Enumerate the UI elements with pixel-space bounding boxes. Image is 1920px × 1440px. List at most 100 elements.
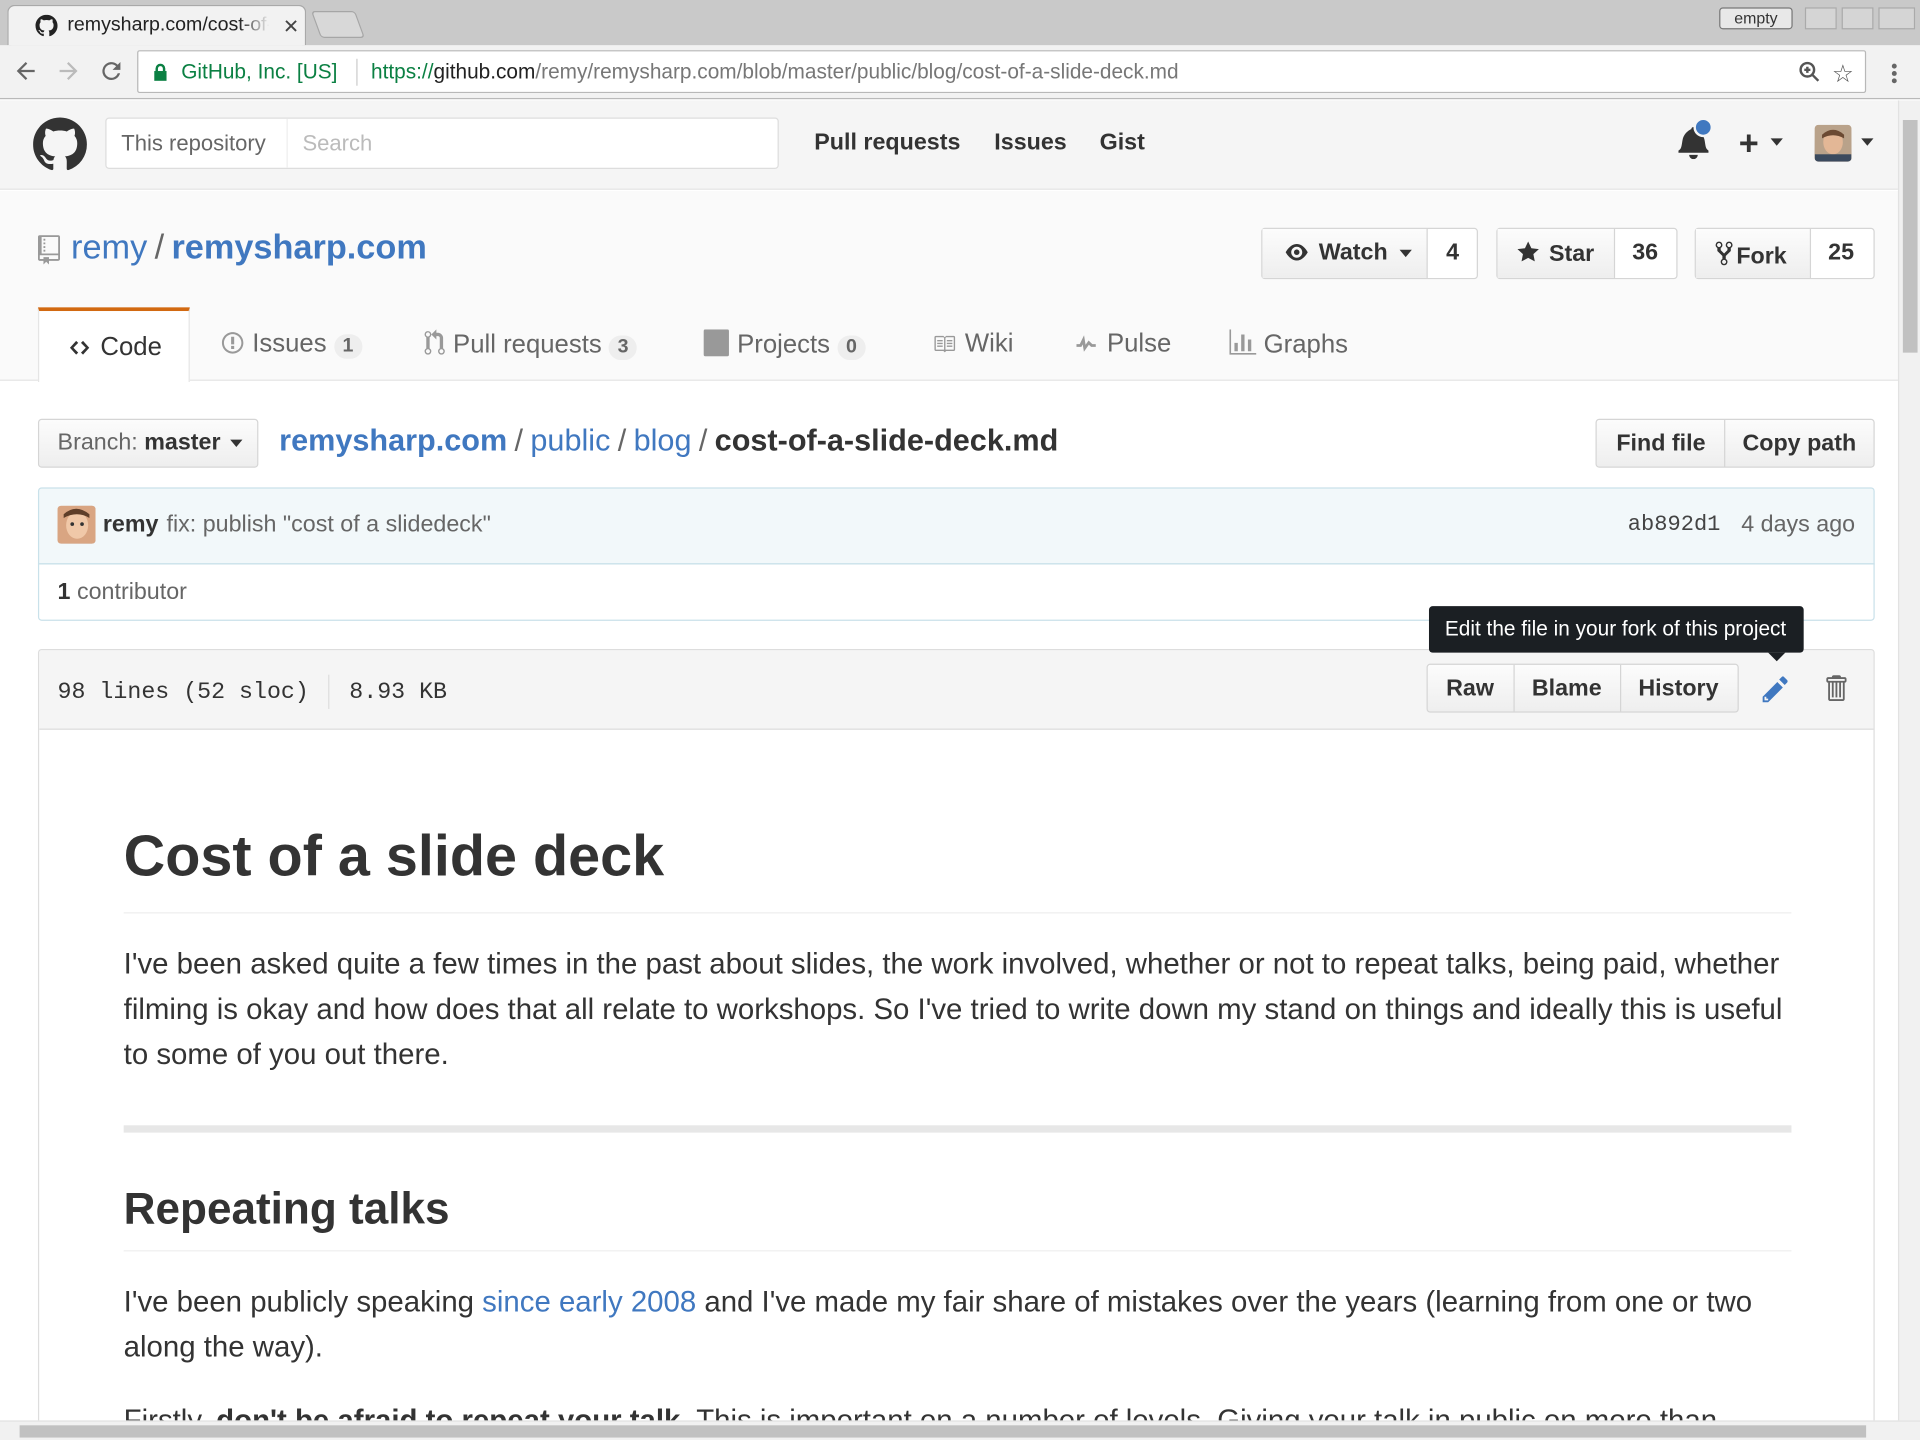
search-placeholder: Search xyxy=(302,131,373,156)
since-early-2008-link[interactable]: since early 2008 xyxy=(482,1285,696,1318)
pull-requests-count: 3 xyxy=(609,335,638,361)
pulse-icon xyxy=(1073,333,1100,355)
tab-projects[interactable]: Projects 0 xyxy=(703,307,866,380)
commit-time: 4 days ago xyxy=(1741,511,1856,538)
url-text: https://github.com/remy/remysharp.com/bl… xyxy=(371,60,1179,84)
article-title: Cost of a slide deck xyxy=(123,822,1792,914)
breadcrumb-root[interactable]: remysharp.com xyxy=(279,424,507,458)
lock-icon xyxy=(153,63,168,82)
divider xyxy=(1724,420,1726,467)
commit-author-avatar[interactable] xyxy=(57,505,96,544)
commit-message[interactable]: fix: publish "cost of a slidedeck" xyxy=(167,512,491,539)
find-file-button[interactable]: Find file xyxy=(1616,431,1705,458)
breadcrumb: remysharp.com / public / blog / cost-of-a-slid… xyxy=(279,423,1059,458)
horizontal-rule xyxy=(123,1125,1792,1134)
chevron-down-icon[interactable] xyxy=(1861,138,1874,146)
repo-header: remy / remysharp.com Watch 4 Star 36 Fork … xyxy=(0,191,1898,383)
separator xyxy=(356,58,358,86)
nav-pull-requests[interactable]: Pull requests xyxy=(814,130,960,157)
search-input[interactable]: This repository Search xyxy=(105,117,779,169)
watch-count[interactable]: 4 xyxy=(1446,240,1459,267)
book-icon xyxy=(931,333,958,355)
github-favicon-icon xyxy=(35,14,58,37)
user-avatar[interactable] xyxy=(1814,124,1852,162)
menu-kebab-icon[interactable] xyxy=(1891,62,1898,84)
file-size: 8.93 KB xyxy=(349,678,448,706)
github-octocat-icon[interactable] xyxy=(33,117,87,172)
tab-pulse[interactable]: Pulse xyxy=(1073,307,1171,380)
fork-button[interactable]: Fork xyxy=(1695,228,1812,278)
breadcrumb-filename: cost-of-a-slide-deck.md xyxy=(714,423,1059,458)
close-window-button[interactable] xyxy=(1878,7,1916,30)
vertical-scrollbar[interactable] xyxy=(1897,100,1920,1421)
scroll-thumb[interactable] xyxy=(1902,120,1918,353)
site-identity: GitHub, Inc. [US] xyxy=(181,60,338,84)
minimize-button[interactable] xyxy=(1804,7,1837,30)
fork-group: Fork 25 xyxy=(1694,227,1875,280)
profile-badge[interactable]: empty xyxy=(1719,7,1793,30)
tab-strip: remysharp.com/cost-of-a-slide-deck.md ✕ … xyxy=(0,0,1920,46)
github-header: This repository Search Pull requests Iss… xyxy=(0,100,1898,190)
star-group: Star 36 xyxy=(1496,227,1678,280)
browser-tab[interactable]: remysharp.com/cost-of-a-slide-deck.md ✕ xyxy=(7,4,307,46)
trash-delete-icon[interactable] xyxy=(1823,673,1847,702)
issues-count: 1 xyxy=(333,334,362,359)
breadcrumb-blog[interactable]: blog xyxy=(634,424,692,458)
bookmark-star-icon[interactable]: ☆ xyxy=(1832,59,1854,90)
pencil-edit-icon[interactable] xyxy=(1761,675,1790,704)
paragraph: I've been publicly speaking since early … xyxy=(123,1285,1753,1364)
create-new-icon[interactable]: + xyxy=(1739,124,1759,163)
repo-title: remy / remysharp.com xyxy=(71,228,427,267)
tab-wiki[interactable]: Wiki xyxy=(931,307,1013,380)
file-lines: 98 lines (52 sloc) xyxy=(57,678,309,706)
blame-button[interactable]: Blame xyxy=(1532,676,1602,703)
commit-author[interactable]: remy xyxy=(103,512,159,539)
raw-button[interactable]: Raw xyxy=(1446,676,1494,703)
star-count[interactable]: 36 xyxy=(1632,240,1658,267)
chevron-down-icon[interactable] xyxy=(1770,138,1783,146)
history-button[interactable]: History xyxy=(1638,676,1718,703)
code-icon xyxy=(66,337,93,359)
repo-owner-link[interactable]: remy xyxy=(71,228,147,266)
forward-arrow-icon[interactable] xyxy=(55,58,82,85)
maximize-button[interactable] xyxy=(1841,7,1874,30)
back-arrow-icon[interactable] xyxy=(12,58,39,85)
tab-issues[interactable]: Issues 1 xyxy=(220,307,362,380)
pull-request-icon xyxy=(424,329,446,356)
star-button[interactable]: Star xyxy=(1497,228,1616,278)
title-slash: / xyxy=(154,227,165,266)
address-bar[interactable]: GitHub, Inc. [US] https://github.com/rem… xyxy=(137,50,1867,94)
projects-count: 0 xyxy=(837,335,866,361)
file-actions-group: Find file Copy path xyxy=(1595,418,1875,468)
tab-pull-requests[interactable]: Pull requests 3 xyxy=(424,307,638,380)
branch-selector[interactable]: Branch: master xyxy=(37,418,259,468)
edit-tooltip: Edit the file in your fork of this proje… xyxy=(1428,606,1804,662)
watch-button[interactable]: Watch xyxy=(1262,228,1428,278)
repo-name-link[interactable]: remysharp.com xyxy=(171,228,426,266)
browser-toolbar: GitHub, Inc. [US] https://github.com/rem… xyxy=(0,45,1920,100)
copy-path-button[interactable]: Copy path xyxy=(1742,431,1856,458)
file-view-actions: Raw Blame History xyxy=(1426,663,1739,713)
file-header: 98 lines (52 sloc) 8.93 KB Raw Blame Hist… xyxy=(39,650,1874,730)
tab-graphs[interactable]: Graphs xyxy=(1229,307,1348,380)
file-info: 98 lines (52 sloc) 8.93 KB xyxy=(57,674,448,709)
watch-group: Watch 4 xyxy=(1261,227,1478,280)
nav-gist[interactable]: Gist xyxy=(1100,130,1145,157)
section-heading: Repeating talks xyxy=(123,1182,1792,1251)
repo-book-icon xyxy=(37,235,61,265)
horizontal-scrollbar[interactable] xyxy=(0,1420,1920,1440)
zoom-icon[interactable] xyxy=(1799,61,1821,83)
nav-issues[interactable]: Issues xyxy=(994,130,1066,157)
commit-tease: remy fix: publish "cost of a slidedeck" … xyxy=(37,487,1875,565)
tab-code[interactable]: Code xyxy=(37,307,190,383)
scroll-thumb[interactable] xyxy=(19,1425,1867,1438)
project-icon xyxy=(703,329,730,357)
browser-window: remysharp.com/cost-of-a-slide-deck.md ✕ … xyxy=(0,0,1920,1440)
breadcrumb-public[interactable]: public xyxy=(530,424,610,458)
reload-icon[interactable] xyxy=(98,58,125,85)
commit-sha[interactable]: ab892d1 xyxy=(1628,513,1721,537)
fork-count[interactable]: 25 xyxy=(1828,240,1854,267)
new-tab-button[interactable] xyxy=(311,11,365,38)
close-tab-icon[interactable]: ✕ xyxy=(283,15,299,39)
tab-title: remysharp.com/cost-of-a-slide-deck.md xyxy=(67,14,269,36)
